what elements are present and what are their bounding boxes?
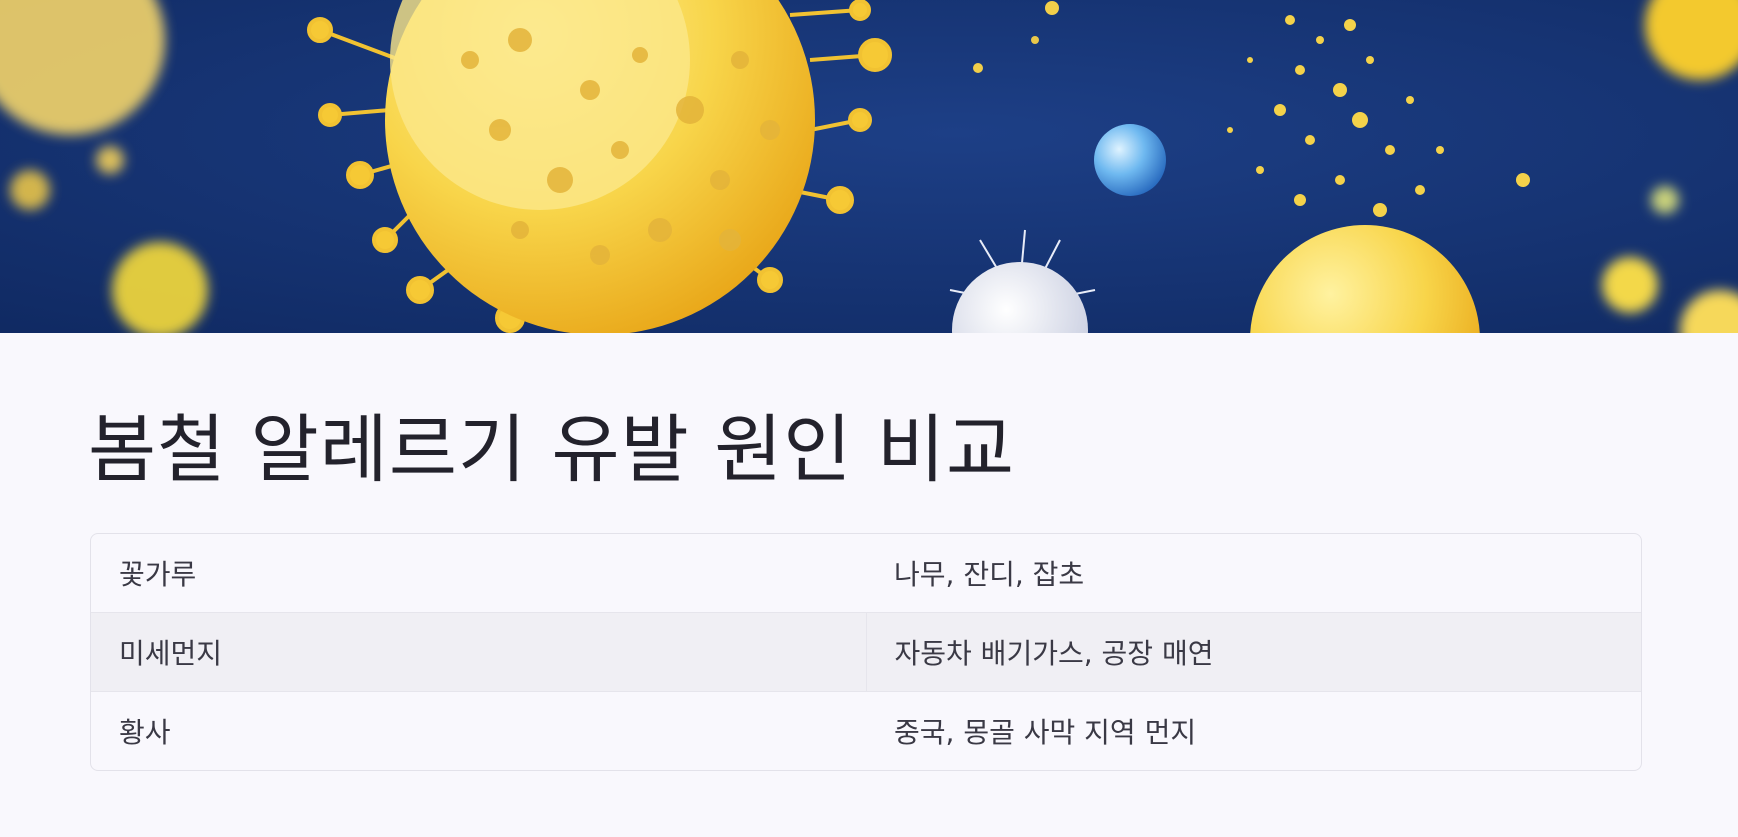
table-row: 꽃가루 나무, 잔디, 잡초	[91, 534, 1641, 613]
main-content: 봄철 알레르기 유발 원인 비교 꽃가루 나무, 잔디, 잡초 미세먼지 자동차…	[0, 333, 1738, 837]
source-cell: 자동차 배기가스, 공장 매연	[865, 613, 1642, 691]
table-row: 황사 중국, 몽골 사막 지역 먼지	[91, 692, 1641, 770]
cause-cell: 꽃가루	[119, 558, 197, 591]
table-row: 미세먼지 자동차 배기가스, 공장 매연	[91, 613, 1641, 692]
cause-cell: 황사	[119, 716, 171, 749]
source-cell: 나무, 잔디, 잡초	[894, 558, 1085, 591]
pollen-illustration	[0, 0, 1738, 333]
cause-cell: 미세먼지	[119, 637, 223, 670]
source-cell: 중국, 몽골 사막 지역 먼지	[894, 716, 1197, 749]
allergy-cause-table: 꽃가루 나무, 잔디, 잡초 미세먼지 자동차 배기가스, 공장 매연 황사 중…	[90, 533, 1642, 771]
hero-banner	[0, 0, 1738, 333]
page-title: 봄철 알레르기 유발 원인 비교	[88, 407, 1016, 493]
